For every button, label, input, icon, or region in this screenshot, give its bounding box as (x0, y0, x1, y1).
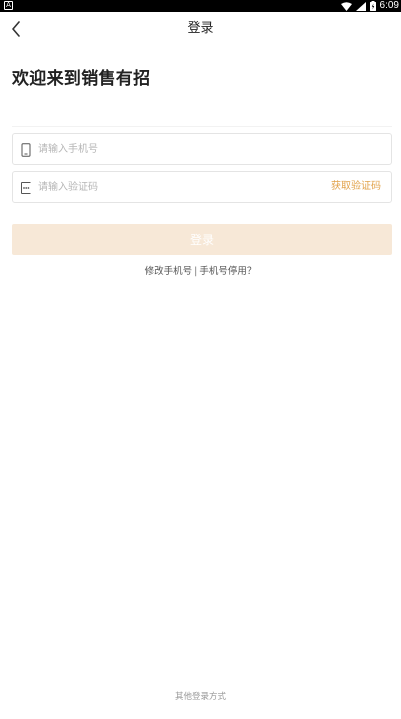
signal-icon (355, 1, 366, 11)
phone-input[interactable] (38, 134, 318, 164)
account-links: 修改手机号 | 手机号停用？ (0, 263, 401, 277)
wifi-icon (340, 1, 352, 11)
phone-disabled-link[interactable]: 手机号停用？ (199, 263, 256, 277)
change-phone-link[interactable]: 修改手机号 (145, 263, 193, 277)
login-button[interactable]: 登录 (12, 224, 392, 255)
status-time: 6:09 (379, 0, 399, 11)
battery-icon (369, 1, 376, 11)
status-bar: A 6:09 (0, 0, 401, 12)
phone-icon (21, 143, 31, 157)
get-code-button[interactable]: 获取验证码 (331, 172, 381, 202)
verification-code-icon (21, 182, 31, 194)
divider (12, 126, 392, 127)
notification-icon: A (4, 1, 13, 10)
code-input[interactable] (38, 172, 318, 202)
phone-field (12, 133, 392, 165)
welcome-title: 欢迎来到销售有招 (12, 69, 151, 89)
nav-bar: 登录 (0, 12, 401, 46)
link-separator: | (194, 266, 198, 277)
code-field: 获取验证码 (12, 171, 392, 203)
status-icons: 6:09 (340, 0, 399, 12)
other-login-link[interactable]: 其他登录方式 (0, 690, 401, 702)
page-title: 登录 (187, 21, 214, 36)
